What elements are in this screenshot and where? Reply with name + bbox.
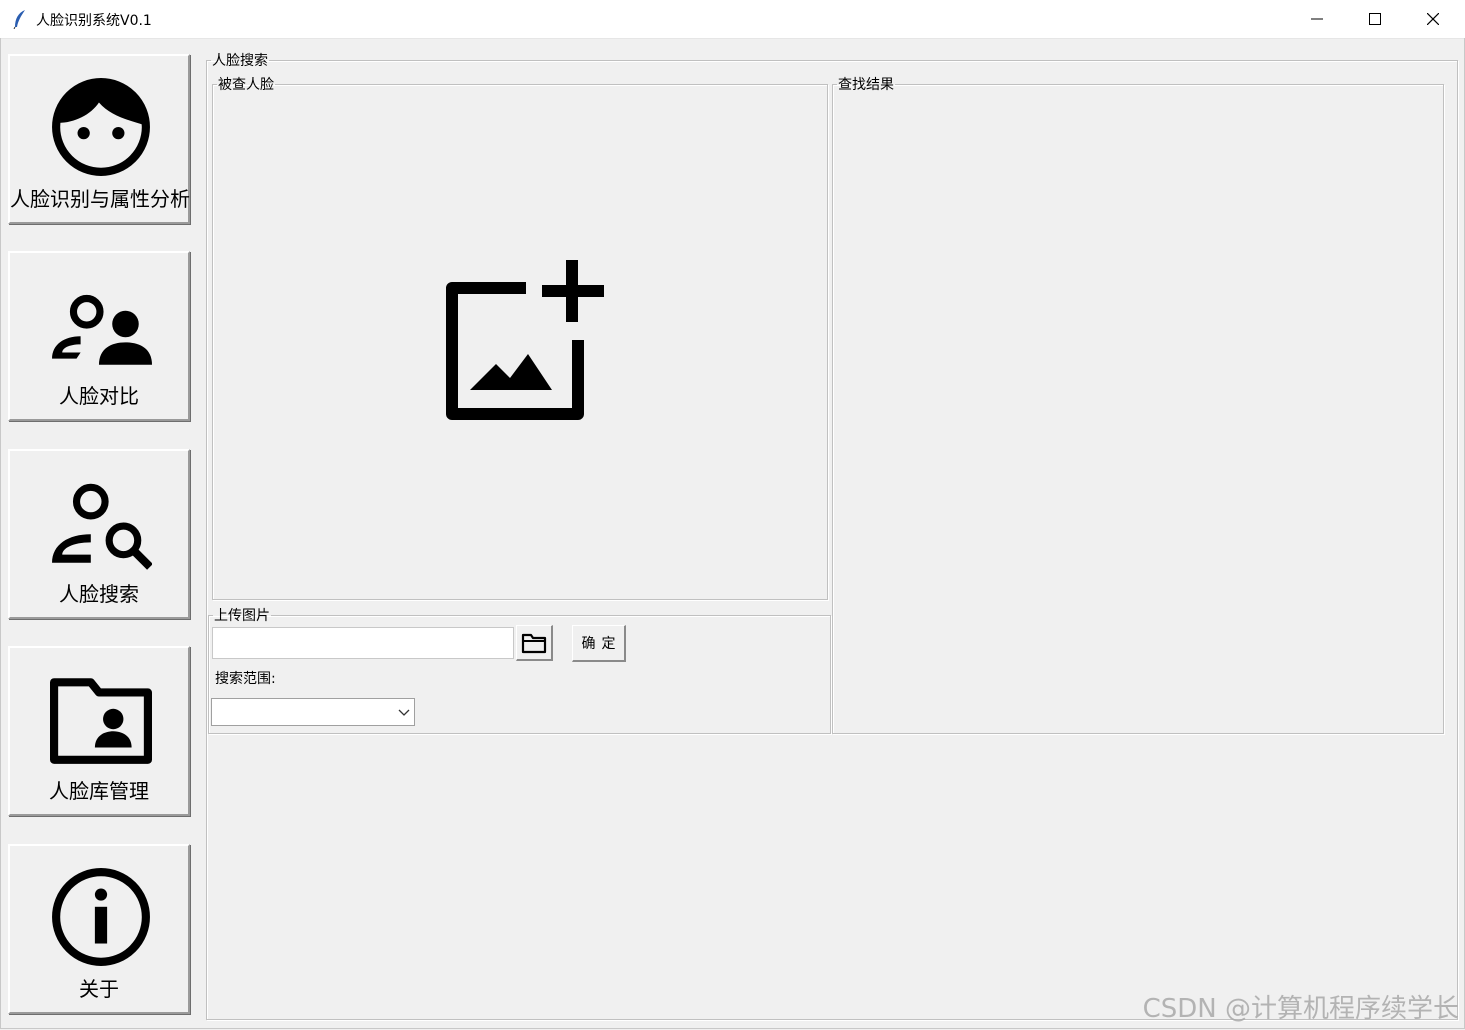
search-range-select[interactable] — [211, 698, 415, 726]
nav-label: 人脸搜索 — [59, 582, 139, 606]
chevron-down-icon — [398, 709, 410, 716]
results-panel: 查找结果 — [832, 74, 1444, 734]
minimize-icon — [1311, 18, 1323, 20]
watermark: CSDN @计算机程序续学长 — [1142, 994, 1459, 1024]
people-compare-icon — [52, 294, 152, 365]
info-icon — [52, 868, 150, 966]
minimize-button[interactable] — [1288, 0, 1346, 38]
person-search-icon — [52, 483, 152, 570]
nav-about-button[interactable]: 关于 — [8, 844, 190, 1014]
window-title: 人脸识别系统V0.1 — [36, 13, 152, 29]
upload-title: 上传图片 — [214, 608, 270, 624]
add-photo-icon[interactable] — [440, 258, 608, 426]
nav-label: 关于 — [79, 977, 119, 1001]
folder-person-icon — [50, 678, 152, 764]
nav-face-analysis-button[interactable]: 人脸识别与属性分析 — [8, 54, 190, 224]
query-face-title: 被查人脸 — [218, 77, 274, 93]
search-range-label: 搜索范围: — [215, 671, 276, 687]
maximize-icon — [1369, 13, 1381, 25]
close-button[interactable] — [1404, 0, 1462, 38]
nav-face-compare-button[interactable]: 人脸对比 — [8, 251, 190, 421]
nav-face-library-button[interactable]: 人脸库管理 — [8, 646, 190, 816]
results-title: 查找结果 — [838, 77, 894, 93]
image-path-input[interactable] — [212, 627, 514, 659]
face-icon — [52, 78, 150, 176]
feather-icon — [13, 10, 25, 29]
group-title: 人脸搜索 — [212, 53, 268, 69]
close-icon — [1427, 13, 1439, 25]
title-bar: 人脸识别系统V0.1 — [0, 0, 1465, 39]
browse-button[interactable] — [516, 625, 553, 661]
nav-label: 人脸识别与属性分析 — [10, 187, 190, 211]
maximize-button[interactable] — [1346, 0, 1404, 38]
nav-face-search-button[interactable]: 人脸搜索 — [8, 449, 190, 619]
confirm-button[interactable]: 确定 — [572, 625, 626, 662]
nav-label: 人脸对比 — [59, 384, 139, 408]
folder-icon — [521, 633, 547, 653]
nav-label: 人脸库管理 — [49, 779, 149, 803]
